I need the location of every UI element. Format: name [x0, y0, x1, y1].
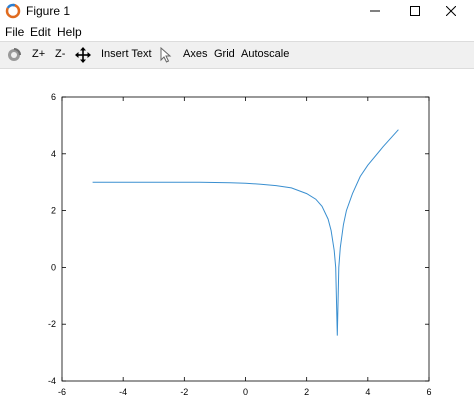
x-tick-label: -2 — [180, 387, 188, 397]
y-tick-label: 6 — [51, 92, 56, 102]
grid-button[interactable]: Grid — [214, 48, 235, 60]
rotate-icon[interactable] — [6, 47, 22, 63]
figure-canvas[interactable]: -6 -4 -2 0 2 4 6 -4 -2 0 2 4 6 — [0, 69, 474, 402]
pan-icon[interactable] — [75, 47, 91, 63]
y-tick-label: 0 — [51, 262, 56, 272]
menu-edit[interactable]: Edit — [30, 25, 51, 39]
close-button[interactable] — [428, 0, 474, 22]
window-title: Figure 1 — [26, 4, 71, 18]
zoom-in-button[interactable]: Z+ — [32, 48, 45, 60]
menu-bar: File Edit Help — [0, 22, 474, 41]
toolbar: Z+ Z- Insert Text Axes Grid Autoscale — [0, 41, 474, 69]
y-tick-label: 2 — [51, 206, 56, 216]
zoom-out-button[interactable]: Z- — [55, 48, 65, 60]
x-tick-label: 4 — [365, 387, 370, 397]
x-tick-label: 0 — [243, 387, 248, 397]
title-bar: Figure 1 — [0, 0, 474, 22]
menu-file[interactable]: File — [5, 25, 24, 39]
insert-text-button[interactable]: Insert Text — [101, 48, 152, 60]
cursor-icon[interactable] — [158, 47, 174, 63]
plot-svg: -6 -4 -2 0 2 4 6-4-20246 — [48, 92, 432, 397]
x-tick-label: 6 — [426, 387, 431, 397]
menu-help[interactable]: Help — [57, 25, 82, 39]
autoscale-button[interactable]: Autoscale — [241, 48, 289, 60]
octave-app-icon — [5, 3, 21, 19]
axes-button[interactable]: Axes — [183, 48, 207, 60]
y-tick-label: 4 — [51, 149, 56, 159]
axes-box — [61, 96, 430, 382]
x-tick-label: -4 — [119, 387, 127, 397]
close-icon — [446, 6, 456, 16]
maximize-icon — [410, 6, 420, 16]
x-tick-label: 2 — [304, 387, 309, 397]
minimize-icon — [370, 10, 380, 12]
y-tick-label: -4 — [48, 376, 56, 386]
y-tick-label: -2 — [48, 319, 56, 329]
x-tick-label: -6 — [58, 387, 66, 397]
